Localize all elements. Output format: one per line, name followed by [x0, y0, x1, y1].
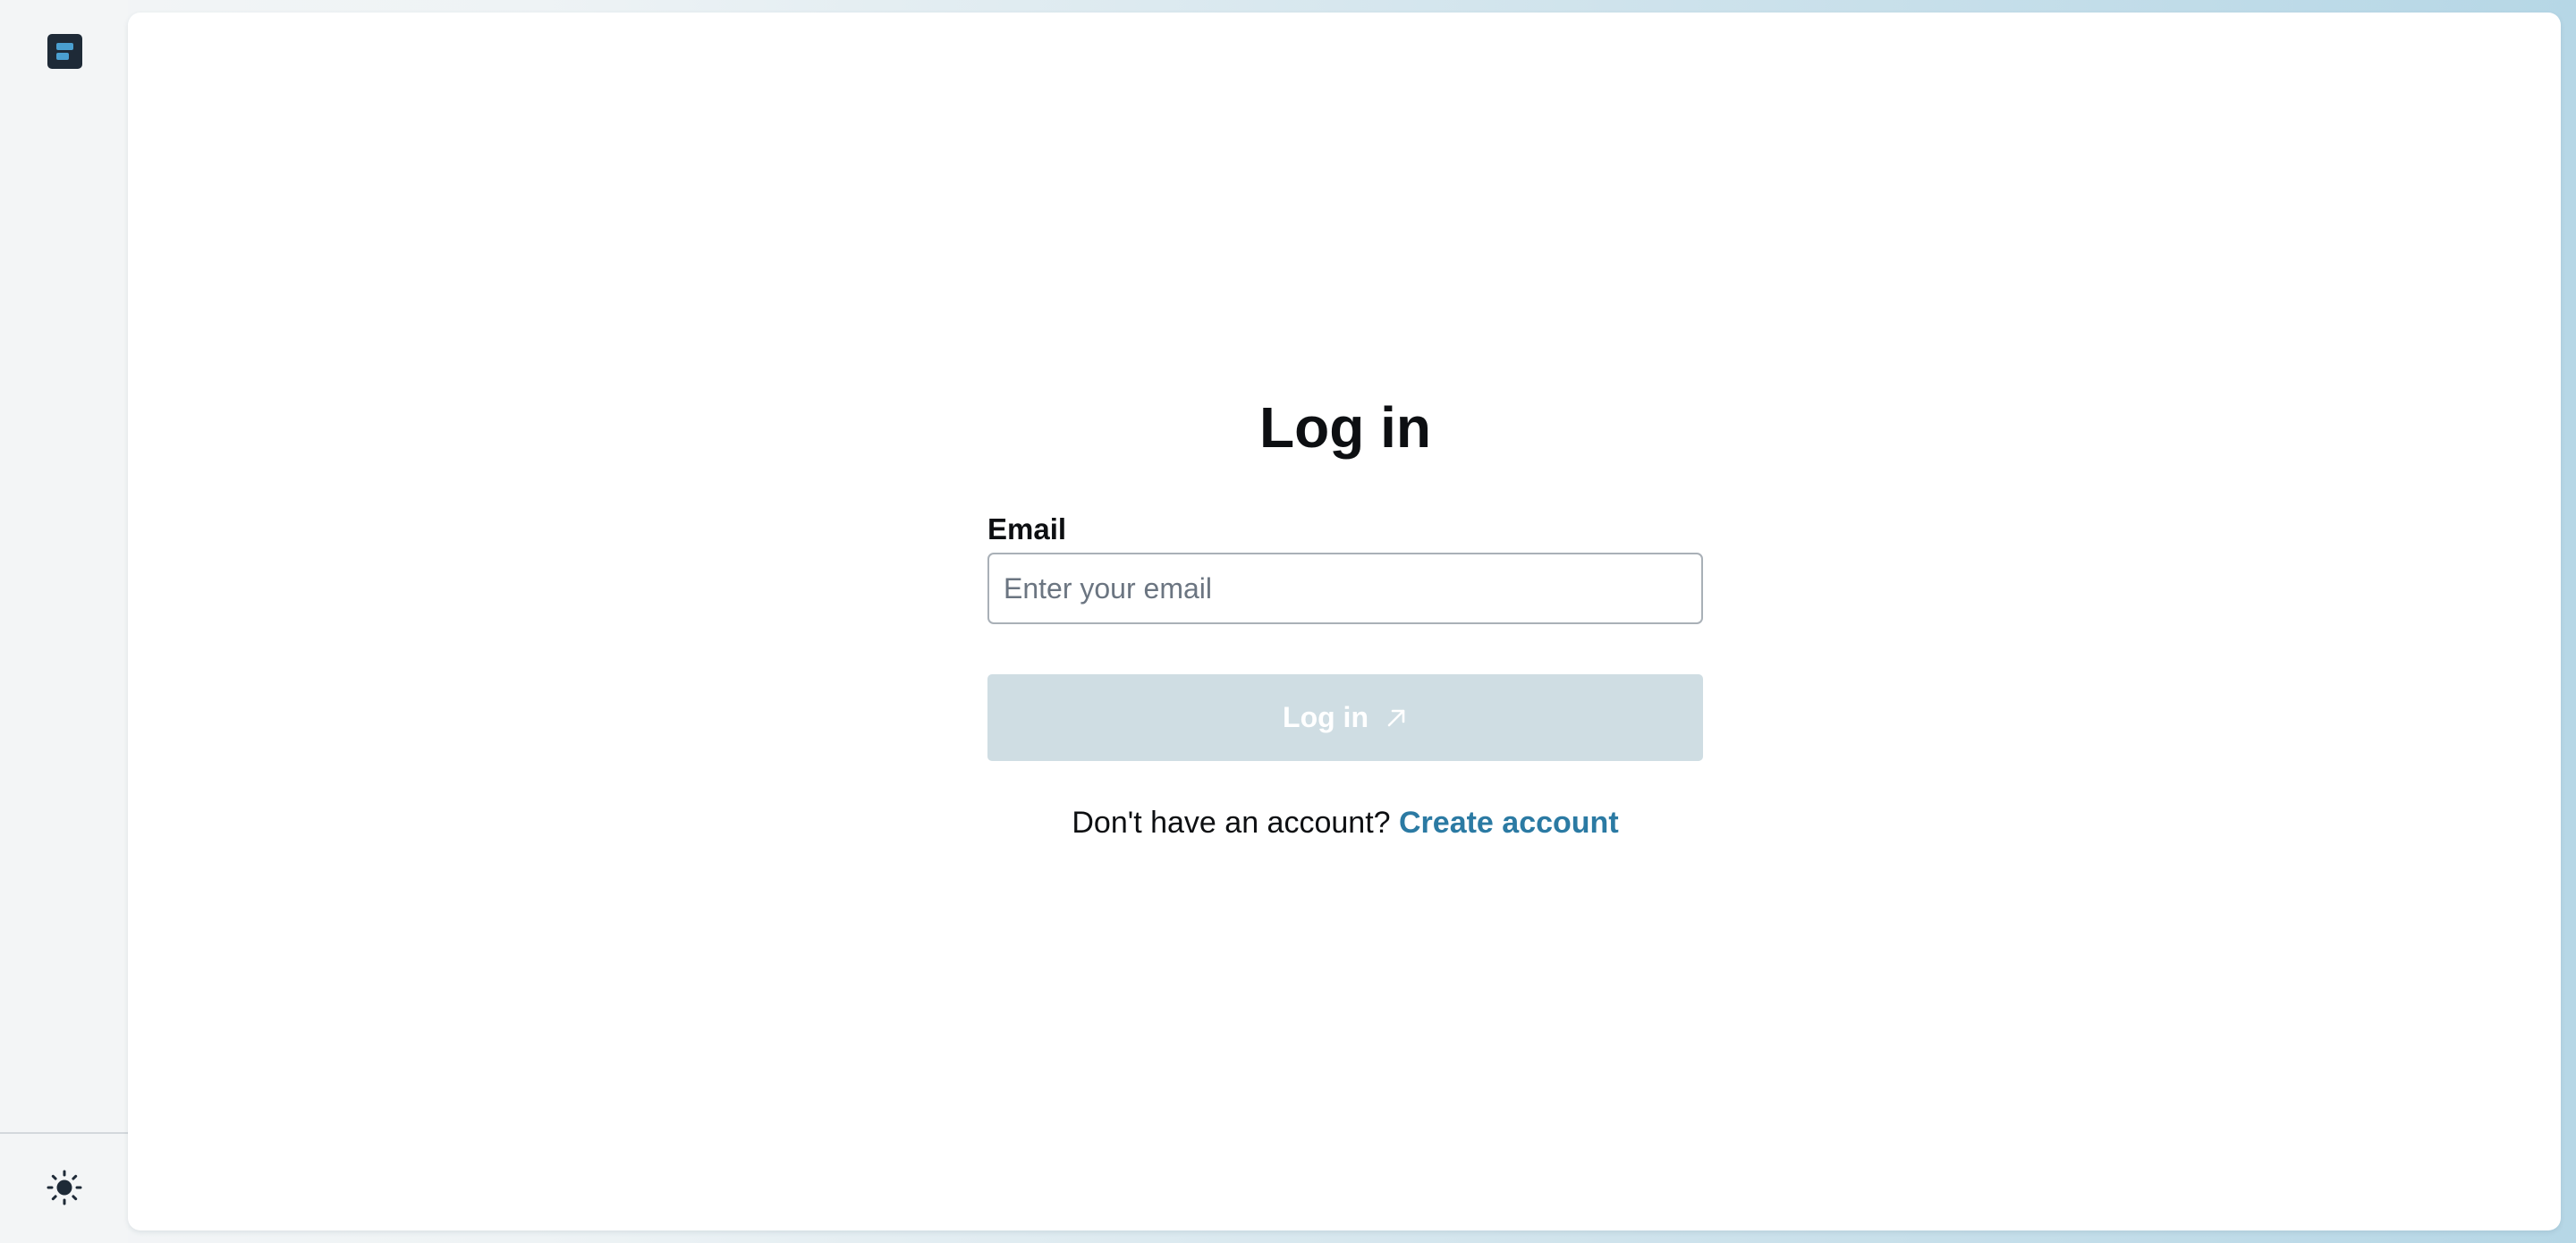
main-panel: Log in Email Log in Don't have an accoun…	[128, 13, 2561, 1230]
create-account-link[interactable]: Create account	[1399, 806, 1619, 840]
login-button-label: Log in	[1283, 701, 1368, 733]
sun-icon	[45, 1168, 84, 1207]
login-button[interactable]: Log in	[987, 674, 1703, 761]
app-logo-icon[interactable]	[47, 34, 82, 69]
email-label: Email	[987, 512, 1067, 545]
sidebar-divider	[0, 1132, 128, 1134]
theme-toggle-button[interactable]	[45, 1168, 84, 1207]
arrow-up-right-icon	[1385, 706, 1408, 730]
signup-prompt: Don't have an account? Create account	[987, 799, 1703, 846]
signup-prompt-text: Don't have an account?	[1072, 806, 1391, 840]
email-field[interactable]	[987, 553, 1703, 624]
sidebar	[0, 0, 128, 1243]
page-title: Log in	[1259, 395, 1431, 460]
